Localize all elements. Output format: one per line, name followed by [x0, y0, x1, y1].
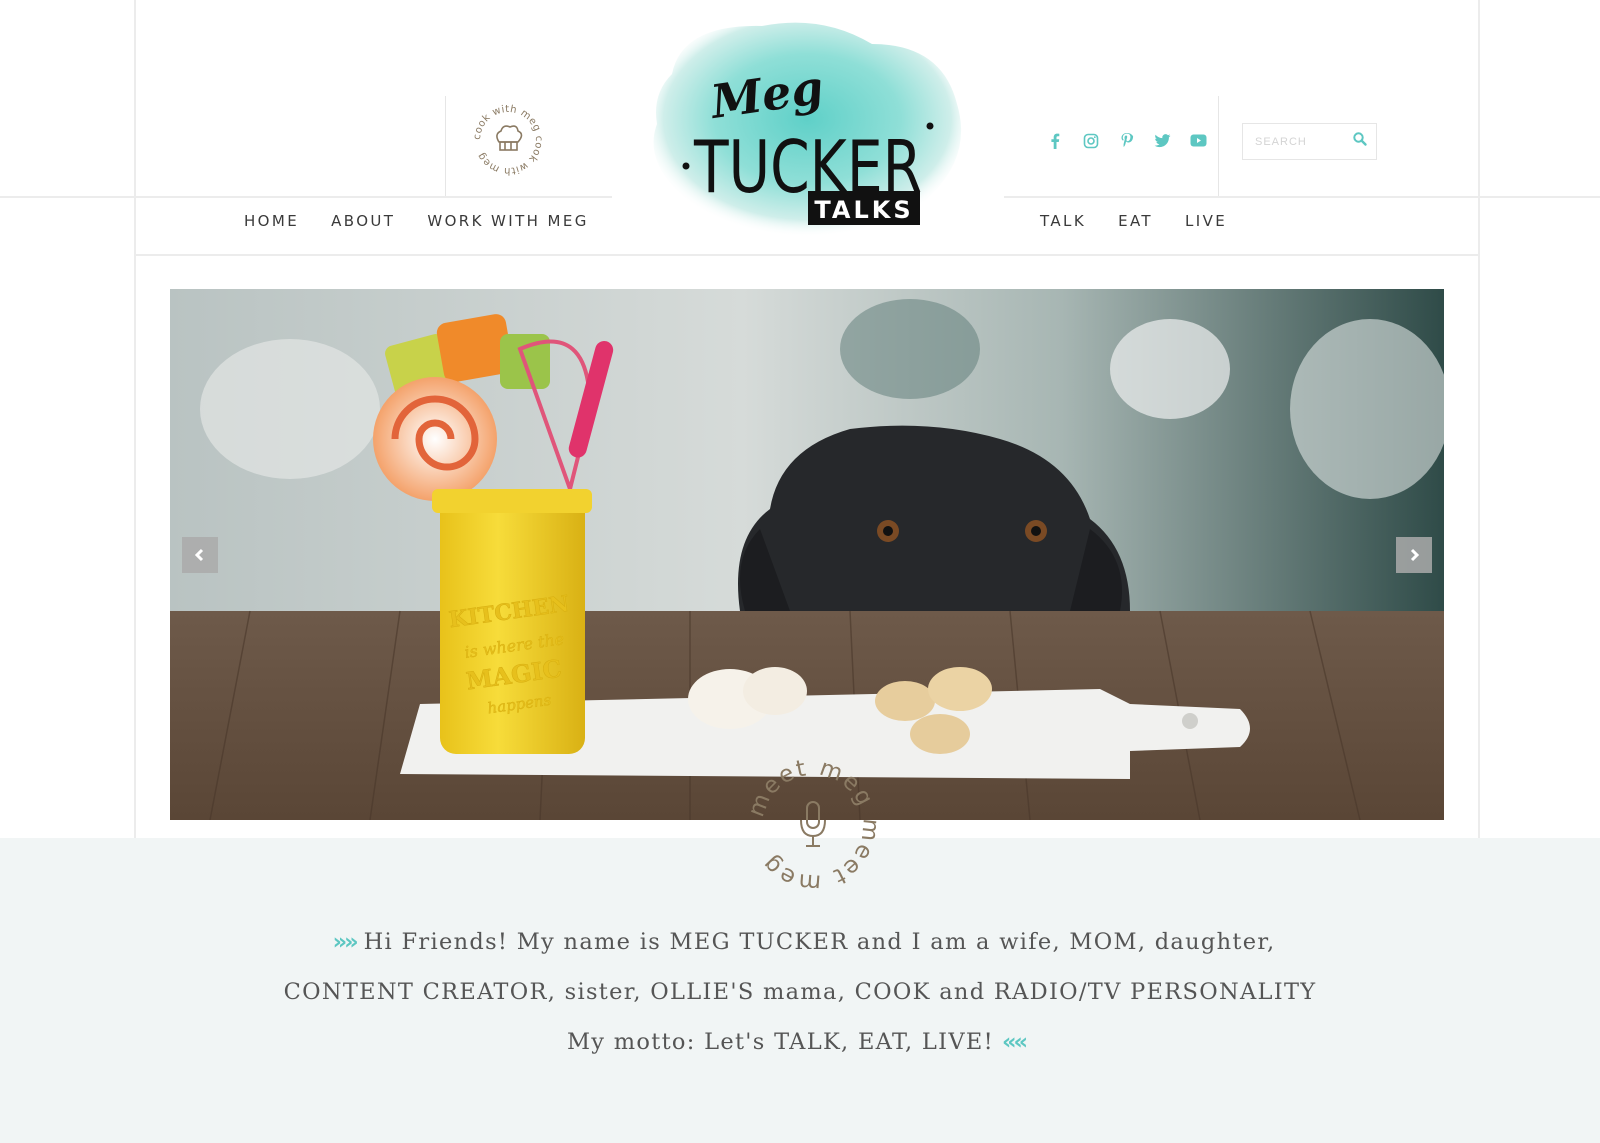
site-logo[interactable]: Meg TUCKER TALKS — [612, 4, 1004, 250]
svg-text:meet meg meet meg: meet meg meet meg — [744, 756, 882, 894]
badge-divider — [445, 96, 446, 196]
youtube-icon[interactable] — [1189, 131, 1208, 150]
hero-image: KITCHEN is where the MAGIC happens — [170, 289, 1444, 820]
intro-line-3: My motto: Let's TALK, EAT, LIVE! «« — [566, 1029, 1028, 1055]
primary-nav-left: HOME ABOUT WORK WITH MEG — [244, 212, 621, 230]
svg-text:cook with meg cook with meg: cook with meg cook with meg — [472, 104, 544, 176]
primary-nav-right: TALK EAT LIVE — [1040, 212, 1259, 230]
search-icon[interactable] — [1352, 131, 1368, 147]
instagram-icon[interactable] — [1081, 131, 1100, 150]
microphone-icon — [800, 801, 826, 847]
slider-prev-button[interactable] — [182, 537, 218, 573]
intro-line-1: »» Hi Friends! My name is MEG TUCKER and … — [332, 929, 1276, 955]
cook-with-meg-badge: cook with meg cook with meg — [472, 104, 544, 176]
twitter-icon[interactable] — [1153, 131, 1172, 150]
nav-eat[interactable]: EAT — [1118, 212, 1153, 230]
chevron-right-icon — [1410, 548, 1420, 562]
nav-about[interactable]: ABOUT — [331, 212, 395, 230]
nav-work-with-meg[interactable]: WORK WITH MEG — [427, 212, 588, 230]
search-divider — [1218, 96, 1219, 196]
close-chevrons-icon: «« — [1001, 1029, 1028, 1055]
slider-next-button[interactable] — [1396, 537, 1432, 573]
meet-meg-text: meet meg meet meg — [744, 756, 882, 894]
pinterest-icon[interactable] — [1117, 131, 1136, 150]
badge-text: cook with meg cook with meg — [472, 104, 544, 176]
facebook-icon[interactable] — [1045, 131, 1064, 150]
open-chevrons-icon: »» — [332, 929, 359, 955]
social-links — [1045, 131, 1208, 150]
hero-slider[interactable]: KITCHEN is where the MAGIC happens — [170, 289, 1444, 820]
search-box — [1242, 123, 1377, 160]
site-header: cook with meg cook with meg Meg TUCKER T… — [0, 0, 1600, 256]
nav-live[interactable]: LIVE — [1185, 212, 1227, 230]
chevron-left-icon — [194, 548, 204, 562]
nav-talk[interactable]: TALK — [1040, 212, 1086, 230]
meet-meg-badge: meet meg meet meg — [744, 756, 882, 894]
intro-line-2: CONTENT CREATOR, sister, OLLIE'S mama, C… — [283, 979, 1317, 1005]
nav-home[interactable]: HOME — [244, 212, 299, 230]
chef-hat-icon — [496, 125, 523, 151]
logo-talks: TALKS — [814, 196, 913, 224]
search-input[interactable] — [1255, 133, 1351, 151]
